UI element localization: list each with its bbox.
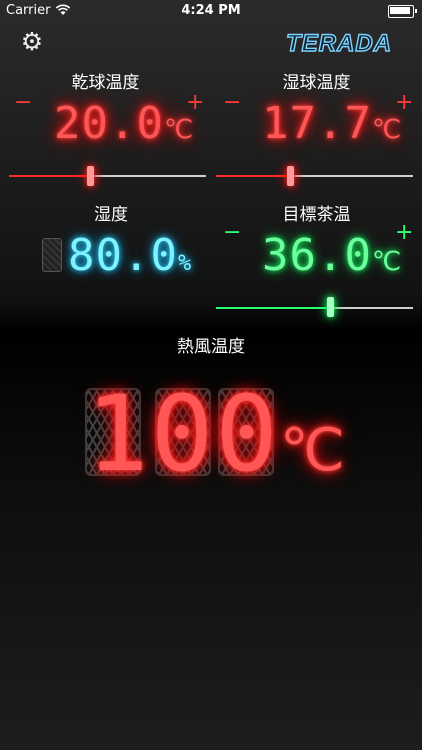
battery-icon (388, 5, 417, 18)
dry-bulb-slider[interactable] (9, 175, 206, 177)
target-tea-temp-slider[interactable] (216, 307, 413, 309)
target-tea-temp-slider-thumb[interactable] (327, 297, 334, 317)
target-tea-temp-value: 36.0℃ (262, 230, 403, 281)
humidity-label: 湿度 (94, 205, 128, 225)
target-tea-temp-decrease-button[interactable]: − (223, 222, 241, 244)
wet-bulb-slider-thumb[interactable] (287, 166, 294, 186)
target-tea-temp-label: 目標茶温 (282, 205, 351, 225)
hot-air-temp-label: 熱風温度 (177, 337, 245, 357)
wet-bulb-value: 17.7℃ (262, 98, 403, 149)
status-time: 4:24 PM (181, 3, 241, 18)
wet-bulb-decrease-button[interactable]: − (223, 92, 241, 114)
svg-text:TERADA: TERADA (286, 30, 392, 57)
hot-air-temp-value: 100℃ (86, 373, 347, 495)
dry-bulb-value: 20.0℃ (54, 98, 195, 149)
target-tea-temp-unit: ℃ (371, 247, 403, 277)
wet-bulb-slider[interactable] (216, 175, 413, 177)
wet-bulb-label: 湿球温度 (282, 73, 351, 93)
status-bar: Carrier 4:24 PM (0, 0, 422, 22)
hot-air-temp-unit: ℃ (279, 416, 347, 484)
gear-icon[interactable]: ⚙ (20, 29, 44, 54)
humidity-unit: % (177, 251, 193, 276)
nixie-tube-icon (42, 238, 62, 272)
dry-bulb-decrease-button[interactable]: − (14, 92, 32, 114)
humidity-value: 80.0% (68, 230, 193, 281)
terada-logo: TERADA (285, 29, 392, 57)
dry-bulb-slider-thumb[interactable] (87, 166, 94, 186)
dry-bulb-unit: ℃ (163, 115, 195, 145)
wet-bulb-unit: ℃ (371, 115, 403, 145)
